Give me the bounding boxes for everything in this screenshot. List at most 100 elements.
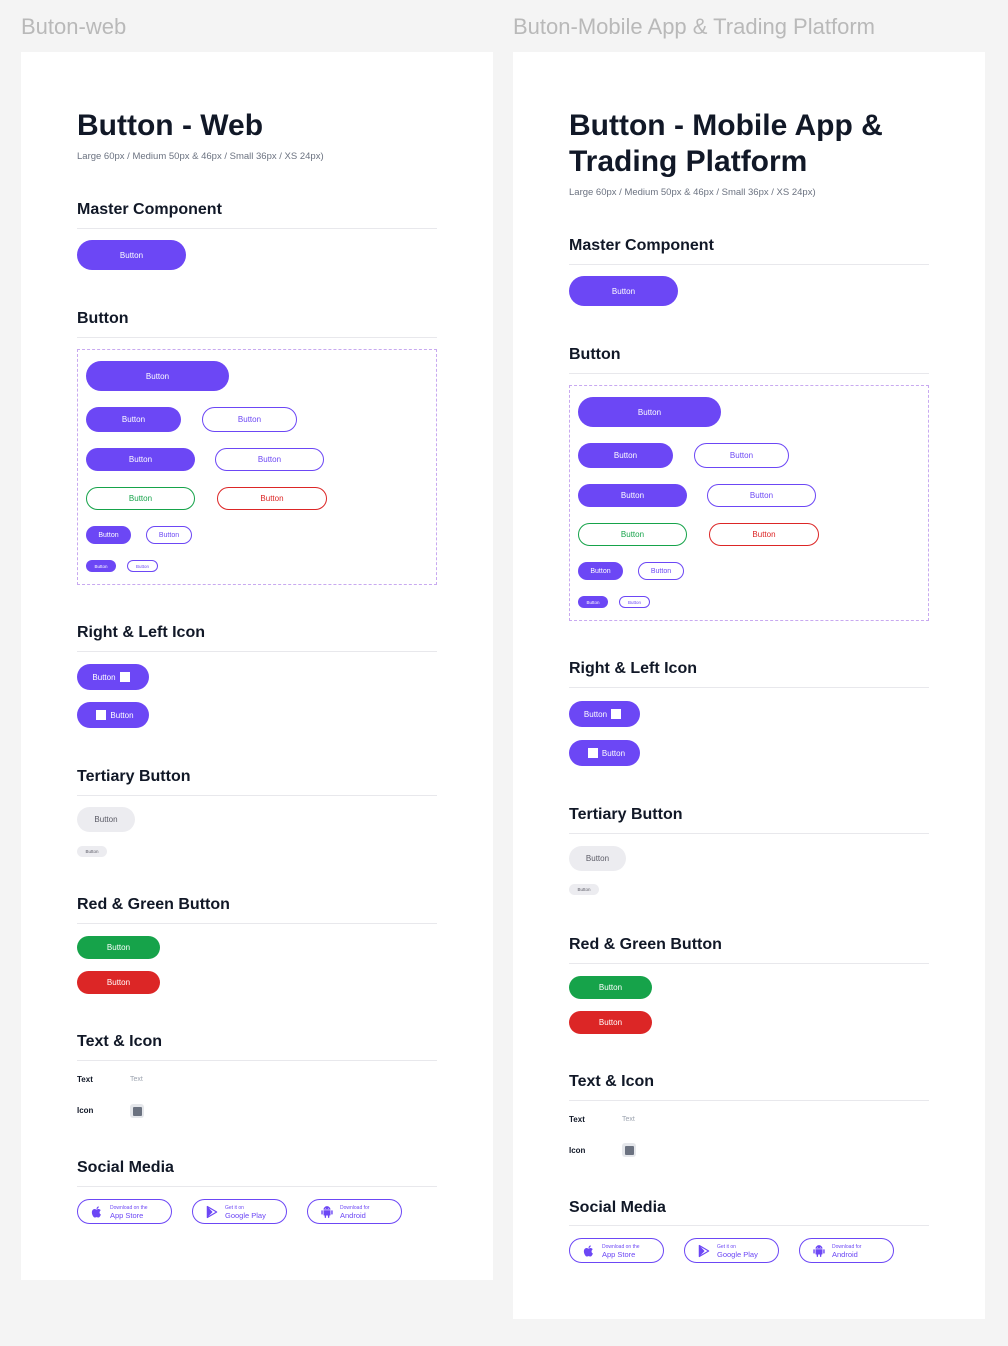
section-divider [569, 963, 929, 964]
section-divider [77, 1186, 437, 1187]
google-big-text: Google Play [717, 1249, 758, 1259]
google-big-text: Google Play [225, 1210, 266, 1220]
button-medium-outline[interactable]: Button [202, 407, 297, 432]
section-title-button: Button [77, 310, 129, 327]
button-medium-primary[interactable]: Button [86, 407, 181, 432]
button-small-primary[interactable]: Button [578, 562, 623, 580]
button-small-outline[interactable]: Button [638, 562, 684, 580]
app-store-button[interactable]: Download on the App Store [569, 1238, 664, 1263]
section-title-texticon: Text & Icon [569, 1073, 655, 1090]
red-button[interactable]: Button [569, 1011, 652, 1034]
android-big-text: Android [832, 1249, 858, 1259]
button-medium-wide-primary[interactable]: Button [86, 448, 195, 471]
button-medium-wide-primary[interactable]: Button [578, 484, 687, 507]
green-button[interactable]: Button [569, 976, 652, 999]
section-divider [569, 687, 929, 688]
text-button[interactable]: Text [130, 1076, 143, 1083]
master-button[interactable]: Button [569, 276, 678, 306]
section-divider [77, 337, 437, 338]
icon-button[interactable] [130, 1104, 144, 1118]
frame-mobile: Button - Mobile App & Trading Platform L… [513, 52, 985, 1319]
google-play-icon [698, 1244, 710, 1257]
button-outline-red[interactable]: Button [217, 487, 327, 510]
tertiary-button-xs[interactable]: Button [569, 884, 599, 895]
master-button[interactable]: Button [77, 240, 186, 270]
section-divider [569, 1100, 929, 1101]
button-label: Button [583, 709, 608, 719]
button-label: Button [601, 748, 626, 758]
red-button[interactable]: Button [77, 971, 160, 994]
section-title-social: Social Media [569, 1199, 666, 1216]
section-title-icons: Right & Left Icon [77, 624, 205, 641]
section-divider [77, 923, 437, 924]
button-large[interactable]: Button [578, 397, 721, 427]
frame-label-web: Buton-web [21, 14, 127, 39]
section-divider [77, 228, 437, 229]
square-icon [587, 748, 598, 758]
button-medium-primary[interactable]: Button [578, 443, 673, 468]
button-xs-primary[interactable]: Button [86, 560, 116, 572]
button-outline-red[interactable]: Button [709, 523, 819, 546]
square-icon [611, 709, 622, 719]
icon-button[interactable] [622, 1143, 636, 1157]
button-xs-outline[interactable]: Button [619, 596, 650, 608]
tertiary-button-xs[interactable]: Button [77, 846, 107, 857]
button-large[interactable]: Button [86, 361, 229, 391]
section-divider [569, 1225, 929, 1226]
frame-web: Button - Web Large 60px / Medium 50px & … [21, 52, 493, 1280]
square-icon [119, 672, 130, 682]
section-title-redgreen: Red & Green Button [569, 936, 722, 953]
button-xs-outline[interactable]: Button [127, 560, 158, 572]
green-button[interactable]: Button [77, 936, 160, 959]
tertiary-button[interactable]: Button [77, 807, 135, 832]
apple-icon [583, 1244, 593, 1257]
google-play-button[interactable]: Get it on Google Play [684, 1238, 779, 1263]
app-store-button[interactable]: Download on the App Store [77, 1199, 172, 1224]
icon-label: Icon [77, 1106, 94, 1115]
button-small-outline[interactable]: Button [146, 526, 192, 544]
section-title-redgreen: Red & Green Button [77, 896, 230, 913]
square-icon [624, 1145, 634, 1155]
button-medium-wide-outline[interactable]: Button [215, 448, 324, 471]
button-left-icon[interactable]: Button [569, 740, 640, 766]
android-big-text: Android [340, 1210, 366, 1220]
button-label: Button [92, 672, 116, 682]
page-title: Button - Mobile App & [569, 109, 883, 142]
icon-label: Icon [569, 1146, 586, 1155]
text-label: Text [77, 1075, 93, 1084]
page-title-line2: Trading Platform [569, 145, 808, 178]
section-divider [569, 373, 929, 374]
section-divider [569, 833, 929, 834]
button-right-icon[interactable]: Button [569, 701, 640, 727]
section-title-tertiary: Tertiary Button [569, 806, 683, 823]
square-icon [132, 1106, 142, 1116]
google-play-button[interactable]: Get it on Google Play [192, 1199, 287, 1224]
section-title-icons: Right & Left Icon [569, 660, 697, 677]
section-divider [77, 651, 437, 652]
section-title-social: Social Media [77, 1159, 174, 1176]
frame-label-mobile: Buton-Mobile App & Trading Platform [513, 14, 875, 39]
button-medium-outline[interactable]: Button [694, 443, 789, 468]
button-outline-green[interactable]: Button [86, 487, 195, 510]
button-small-primary[interactable]: Button [86, 526, 131, 544]
tertiary-button[interactable]: Button [569, 846, 626, 871]
android-button[interactable]: Download for Android [799, 1238, 894, 1263]
section-divider [569, 264, 929, 265]
section-title-master: Master Component [77, 201, 222, 218]
button-xs-primary[interactable]: Button [578, 596, 608, 608]
button-label: Button [110, 710, 134, 720]
section-title-master: Master Component [569, 237, 714, 254]
button-medium-wide-outline[interactable]: Button [707, 484, 816, 507]
android-button[interactable]: Download for Android [307, 1199, 402, 1224]
app-store-big-text: App Store [110, 1210, 144, 1220]
button-left-icon[interactable]: Button [77, 702, 149, 728]
button-outline-green[interactable]: Button [578, 523, 687, 546]
button-right-icon[interactable]: Button [77, 664, 149, 690]
android-icon [813, 1244, 825, 1257]
section-title-tertiary: Tertiary Button [77, 768, 191, 785]
text-button[interactable]: Text [622, 1116, 635, 1123]
section-title-button: Button [569, 346, 621, 363]
page-subtitle: Large 60px / Medium 50px & 46px / Small … [77, 151, 324, 162]
section-title-texticon: Text & Icon [77, 1033, 163, 1050]
square-icon [96, 710, 107, 720]
